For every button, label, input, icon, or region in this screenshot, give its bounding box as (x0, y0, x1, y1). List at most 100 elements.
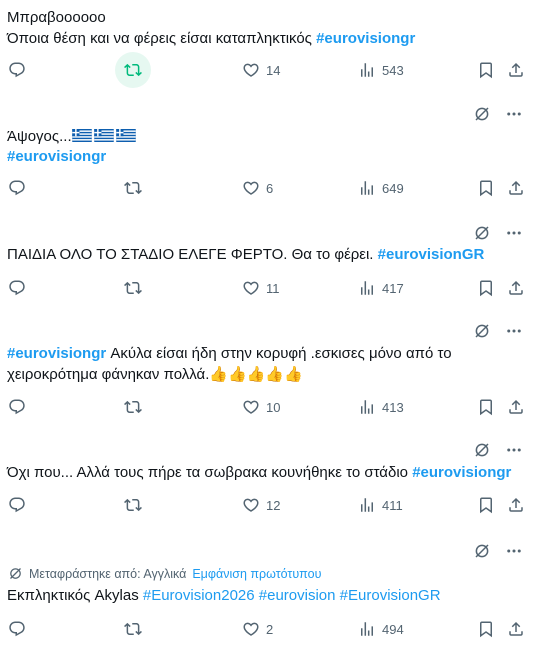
views-button[interactable]: 649 (358, 176, 404, 200)
views-icon (358, 398, 376, 416)
more-icon[interactable] (505, 322, 523, 340)
bookmark-button[interactable] (477, 617, 495, 641)
reply-button[interactable] (8, 276, 32, 300)
views-count: 413 (382, 399, 404, 415)
thumbs-up-emoji: 👍👍👍👍👍 (209, 366, 303, 383)
like-button[interactable]: 12 (242, 493, 280, 517)
grok-icon[interactable] (473, 224, 491, 242)
share-icon (507, 179, 525, 197)
retweet-icon (124, 61, 142, 79)
share-button[interactable] (507, 617, 525, 641)
translated-label: Μεταφράστηκε από: Αγγλικά (29, 566, 187, 581)
post-5[interactable]: Όχι που... Αλλά τους πήρε τα σωβρακα κου… (0, 428, 545, 530)
hashtag-link[interactable]: #eurovision (259, 587, 336, 604)
post-actions: 11 417 (0, 276, 545, 300)
like-button[interactable]: 6 (242, 176, 273, 200)
greek-flag-icon (94, 129, 114, 142)
post-text: ΠΑΙΔΙΑ ΟΛΟ ΤΟ ΣΤΑΔΙΟ ΕΛΕΓΕ ΦΕΡΤΟ. Θα το … (7, 246, 378, 263)
bookmark-button[interactable] (477, 493, 495, 517)
post-text-line2: #eurovisiongr (7, 146, 533, 167)
views-icon (358, 61, 376, 79)
bookmark-icon (477, 61, 495, 79)
show-original-link[interactable]: Εμφάνιση πρωτότυπου (192, 567, 321, 581)
retweet-button[interactable] (124, 276, 148, 300)
bookmark-button[interactable] (477, 395, 495, 419)
like-count: 10 (266, 399, 281, 415)
retweet-icon (124, 279, 142, 297)
retweet-button[interactable] (124, 176, 148, 200)
grok-icon[interactable] (473, 105, 491, 123)
hashtag-link[interactable]: #EurovisionGR (340, 587, 441, 604)
grok-icon[interactable] (473, 322, 491, 340)
reply-icon (8, 620, 26, 638)
retweet-button[interactable] (124, 493, 148, 517)
hashtag-link[interactable]: #eurovisiongr (316, 30, 415, 47)
share-button[interactable] (507, 176, 525, 200)
hashtag-link[interactable]: #eurovisiongr (7, 345, 106, 362)
share-button[interactable] (507, 276, 525, 300)
hashtag-link[interactable]: #Eurovision2026 (143, 587, 255, 604)
reply-button[interactable] (8, 395, 32, 419)
post-actions: 2 494 (0, 617, 545, 641)
post-2[interactable]: Άψογος... #eurovisiongr 6 649 (0, 93, 545, 211)
post-top-icons (473, 105, 523, 123)
post-actions: 6 649 (0, 176, 545, 200)
translate-icon (8, 566, 23, 581)
bookmark-button[interactable] (477, 276, 495, 300)
post-6[interactable]: Μεταφράστηκε από: Αγγλικά Εμφάνιση πρωτό… (0, 529, 545, 649)
views-button[interactable]: 494 (358, 617, 404, 641)
grok-icon[interactable] (473, 542, 491, 560)
post-top-icons (473, 322, 523, 340)
like-count: 14 (266, 62, 281, 78)
post-4[interactable]: #eurovisiongr Ακύλα είσαι ήδη στην κορυφ… (0, 310, 545, 429)
hashtag-link[interactable]: #eurovisiongr (7, 148, 106, 165)
like-button[interactable]: 2 (242, 617, 273, 641)
like-count: 6 (266, 180, 274, 196)
reply-button[interactable] (8, 617, 32, 641)
share-button[interactable] (507, 493, 525, 517)
post-text-line2: χειροκρότημα φάνηκαν πολλά.👍👍👍👍👍 (7, 364, 533, 385)
greek-flag-icon (116, 129, 136, 142)
reply-button[interactable] (8, 58, 32, 82)
views-button[interactable]: 417 (358, 276, 404, 300)
more-icon[interactable] (505, 224, 523, 242)
bookmark-icon (477, 398, 495, 416)
post-text-line1: Εκπληκτικός Akylas #Eurovision2026 #euro… (7, 585, 533, 606)
views-button[interactable]: 543 (358, 58, 404, 82)
more-icon[interactable] (505, 542, 523, 560)
post-text: χειροκρότημα φάνηκαν πολλά. (7, 366, 210, 383)
heart-icon (242, 620, 260, 638)
reply-button[interactable] (8, 493, 32, 517)
reply-icon (8, 61, 26, 79)
retweet-button[interactable] (124, 617, 148, 641)
bookmark-icon (477, 179, 495, 197)
views-button[interactable]: 413 (358, 395, 404, 419)
bookmark-button[interactable] (477, 58, 495, 82)
like-button[interactable]: 10 (242, 395, 280, 419)
like-button[interactable]: 11 (242, 276, 280, 300)
hashtag-link[interactable]: #eurovisiongr (412, 464, 511, 481)
more-icon[interactable] (505, 441, 523, 459)
post-3[interactable]: ΠΑΙΔΙΑ ΟΛΟ ΤΟ ΣΤΑΔΙΟ ΕΛΕΓΕ ΦΕΡΤΟ. Θα το … (0, 210, 545, 311)
retweet-icon (124, 620, 142, 638)
post-actions: 12 411 (0, 493, 545, 517)
hashtag-link[interactable]: #eurovisionGR (378, 246, 485, 263)
reply-button[interactable] (8, 176, 32, 200)
bookmark-icon (477, 620, 495, 638)
more-icon[interactable] (505, 105, 523, 123)
post-actions: 14 543 (0, 52, 545, 88)
retweet-button[interactable] (115, 52, 151, 88)
retweet-button[interactable] (124, 395, 148, 419)
heart-icon (242, 496, 260, 514)
retweet-icon (124, 398, 142, 416)
like-button[interactable]: 14 (242, 58, 280, 82)
post-text-line1: Όχι που... Αλλά τους πήρε τα σωβρακα κου… (7, 462, 533, 483)
share-button[interactable] (507, 58, 525, 82)
views-button[interactable]: 411 (358, 493, 403, 517)
bookmark-button[interactable] (477, 176, 495, 200)
reply-icon (8, 179, 26, 197)
share-button[interactable] (507, 395, 525, 419)
heart-icon (242, 279, 260, 297)
grok-icon[interactable] (473, 441, 491, 459)
post-1[interactable]: Μπραβοοοοοο Όποια θέση και να φέρεις είσ… (0, 0, 545, 94)
